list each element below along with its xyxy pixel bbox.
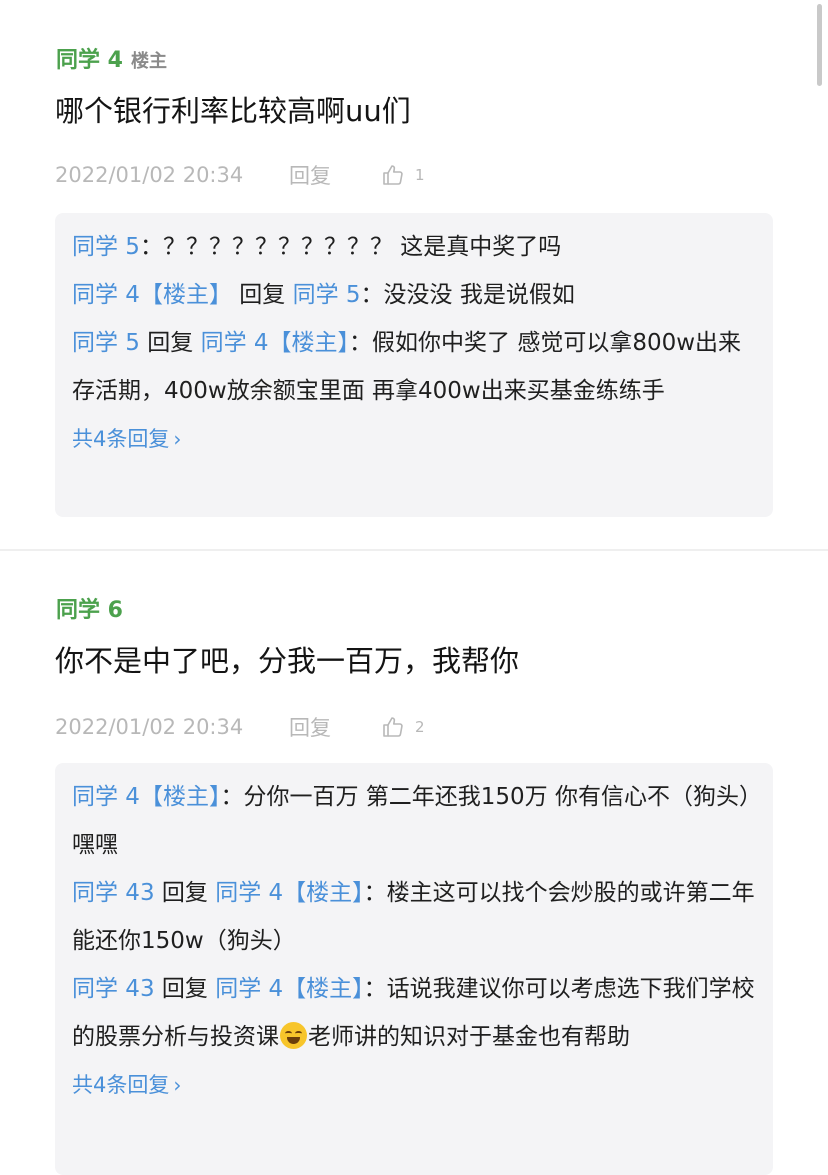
op-badge: 楼主	[130, 51, 167, 72]
reply-target[interactable]: 同学 4【楼主】	[215, 976, 363, 1002]
view-all-replies-link[interactable]: 共4条回复 ›	[72, 415, 755, 463]
thumbs-up-icon	[383, 717, 403, 737]
reply-author[interactable]: 同学 43	[72, 880, 155, 906]
reply-separator: ：	[139, 234, 163, 260]
reply-text: 没没没 我是说假如	[383, 282, 575, 308]
reply-text: ？？？？？？？？？？ 这是真中奖了吗	[162, 234, 562, 260]
view-all-replies-label: 共4条回复	[72, 427, 170, 451]
reply-item: 同学 43 回复 同学 4【楼主】：楼主这可以找个会炒股的或许第二年能还你150…	[72, 869, 755, 965]
reply-item: 同学 43 回复 同学 4【楼主】：话说我建议你可以考虑选下我们学校的股票分析与…	[72, 965, 755, 1061]
reply-word: 回复	[161, 880, 208, 906]
thumbs-up-icon	[383, 165, 403, 185]
reply-author[interactable]: 同学 4【楼主】	[72, 784, 220, 810]
like-button[interactable]: 2	[381, 715, 425, 739]
divider	[0, 549, 828, 551]
reply-target[interactable]: 同学 5	[293, 282, 361, 308]
reply-separator: ：	[349, 330, 373, 356]
reply-separator: ：	[363, 880, 387, 906]
like-button[interactable]: 1	[381, 163, 425, 187]
reply-author[interactable]: 同学 5	[72, 234, 140, 260]
reply-author[interactable]: 同学 43	[72, 976, 155, 1002]
author-name[interactable]: 同学 6	[56, 592, 123, 624]
like-count: 1	[415, 166, 425, 184]
reply-separator: ：	[363, 976, 387, 1002]
reply-item: 同学 4【楼主】 回复 同学 5：没没没 我是说假如	[72, 271, 755, 319]
post-meta: 2022/01/02 20:34 回复 1	[55, 160, 425, 190]
reply-word: 回复	[161, 976, 208, 1002]
post-time: 2022/01/02 20:34	[55, 163, 244, 187]
laughing-tears-emoji-icon	[280, 1022, 307, 1049]
reply-item: 同学 4【楼主】：分你一百万 第二年还我150万 你有信心不（狗头）嘿嘿	[72, 773, 755, 869]
reply-word: 回复	[147, 330, 194, 356]
reply-separator: ：	[220, 784, 244, 810]
reply-box: 同学 4【楼主】：分你一百万 第二年还我150万 你有信心不（狗头）嘿嘿 同学 …	[55, 763, 773, 1175]
reply-text: 老师讲的知识对于基金也有帮助	[308, 1024, 630, 1050]
chevron-right-icon: ›	[173, 1073, 182, 1097]
author-row: 同学 4 楼主	[56, 42, 167, 74]
view-all-replies-link[interactable]: 共4条回复 ›	[72, 1061, 755, 1109]
reply-item: 同学 5 回复 同学 4【楼主】：假如你中奖了 感觉可以拿800w出来存活期，4…	[72, 319, 755, 415]
reply-target[interactable]: 同学 4【楼主】	[201, 330, 349, 356]
author-row: 同学 6	[56, 592, 123, 624]
reply-author[interactable]: 同学 4【楼主】	[72, 282, 232, 308]
post-text: 你不是中了吧，分我一百万，我帮你	[55, 644, 520, 678]
reply-target[interactable]: 同学 4【楼主】	[215, 880, 363, 906]
reply-button[interactable]: 回复	[289, 160, 381, 190]
reply-word: 回复	[239, 282, 286, 308]
reply-author[interactable]: 同学 5	[72, 330, 140, 356]
chevron-right-icon: ›	[173, 427, 182, 451]
reply-item: 同学 5：？？？？？？？？？？ 这是真中奖了吗	[72, 223, 755, 271]
view-all-replies-label: 共4条回复	[72, 1073, 170, 1097]
reply-box: 同学 5：？？？？？？？？？？ 这是真中奖了吗 同学 4【楼主】 回复 同学 5…	[55, 213, 773, 517]
like-count: 2	[415, 718, 425, 736]
author-name[interactable]: 同学 4	[56, 42, 123, 74]
scrollbar[interactable]	[817, 4, 822, 86]
post-time: 2022/01/02 20:34	[55, 715, 244, 739]
reply-button[interactable]: 回复	[289, 712, 381, 742]
post-meta: 2022/01/02 20:34 回复 2	[55, 712, 425, 742]
reply-separator: ：	[360, 282, 384, 308]
post-text: 哪个银行利率比较高啊uu们	[55, 94, 411, 128]
